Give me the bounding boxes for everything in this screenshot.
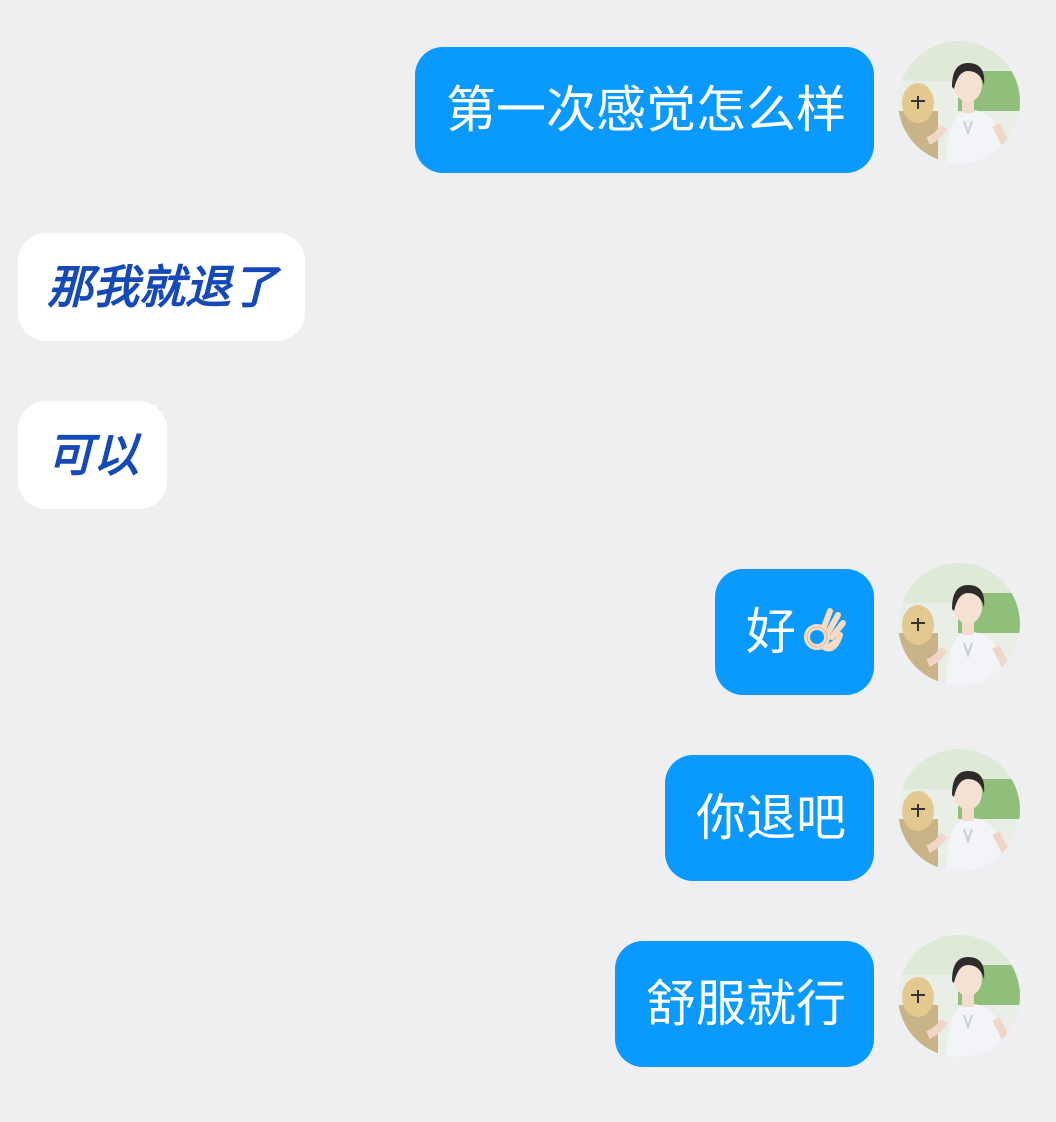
ok-hand-icon <box>800 607 846 657</box>
sent-message-bubble[interactable]: 舒服就行 <box>615 941 874 1067</box>
message-text: 可以 <box>47 428 139 482</box>
received-message-bubble[interactable]: 可以 <box>18 401 167 509</box>
avatar-photo-icon <box>898 41 1020 163</box>
received-message-bubble[interactable]: 那我就退了 <box>18 233 305 341</box>
sent-message-bubble[interactable]: 第一次感觉怎么样 <box>415 47 874 173</box>
user-avatar[interactable] <box>898 41 1020 163</box>
message-text: 那我就退了 <box>47 260 277 314</box>
sent-message-bubble[interactable]: 你退吧 <box>665 755 874 881</box>
avatar-photo-icon <box>898 749 1020 871</box>
message-text: 好 <box>746 603 796 661</box>
sent-message-bubble[interactable]: 好 <box>715 569 874 695</box>
user-avatar[interactable] <box>898 749 1020 871</box>
user-avatar[interactable] <box>898 935 1020 1057</box>
avatar-photo-icon <box>898 563 1020 685</box>
message-text: 第一次感觉怎么样 <box>446 81 846 139</box>
avatar-photo-icon <box>898 935 1020 1057</box>
user-avatar[interactable] <box>898 563 1020 685</box>
message-text: 舒服就行 <box>646 975 846 1033</box>
message-text: 你退吧 <box>696 789 846 847</box>
